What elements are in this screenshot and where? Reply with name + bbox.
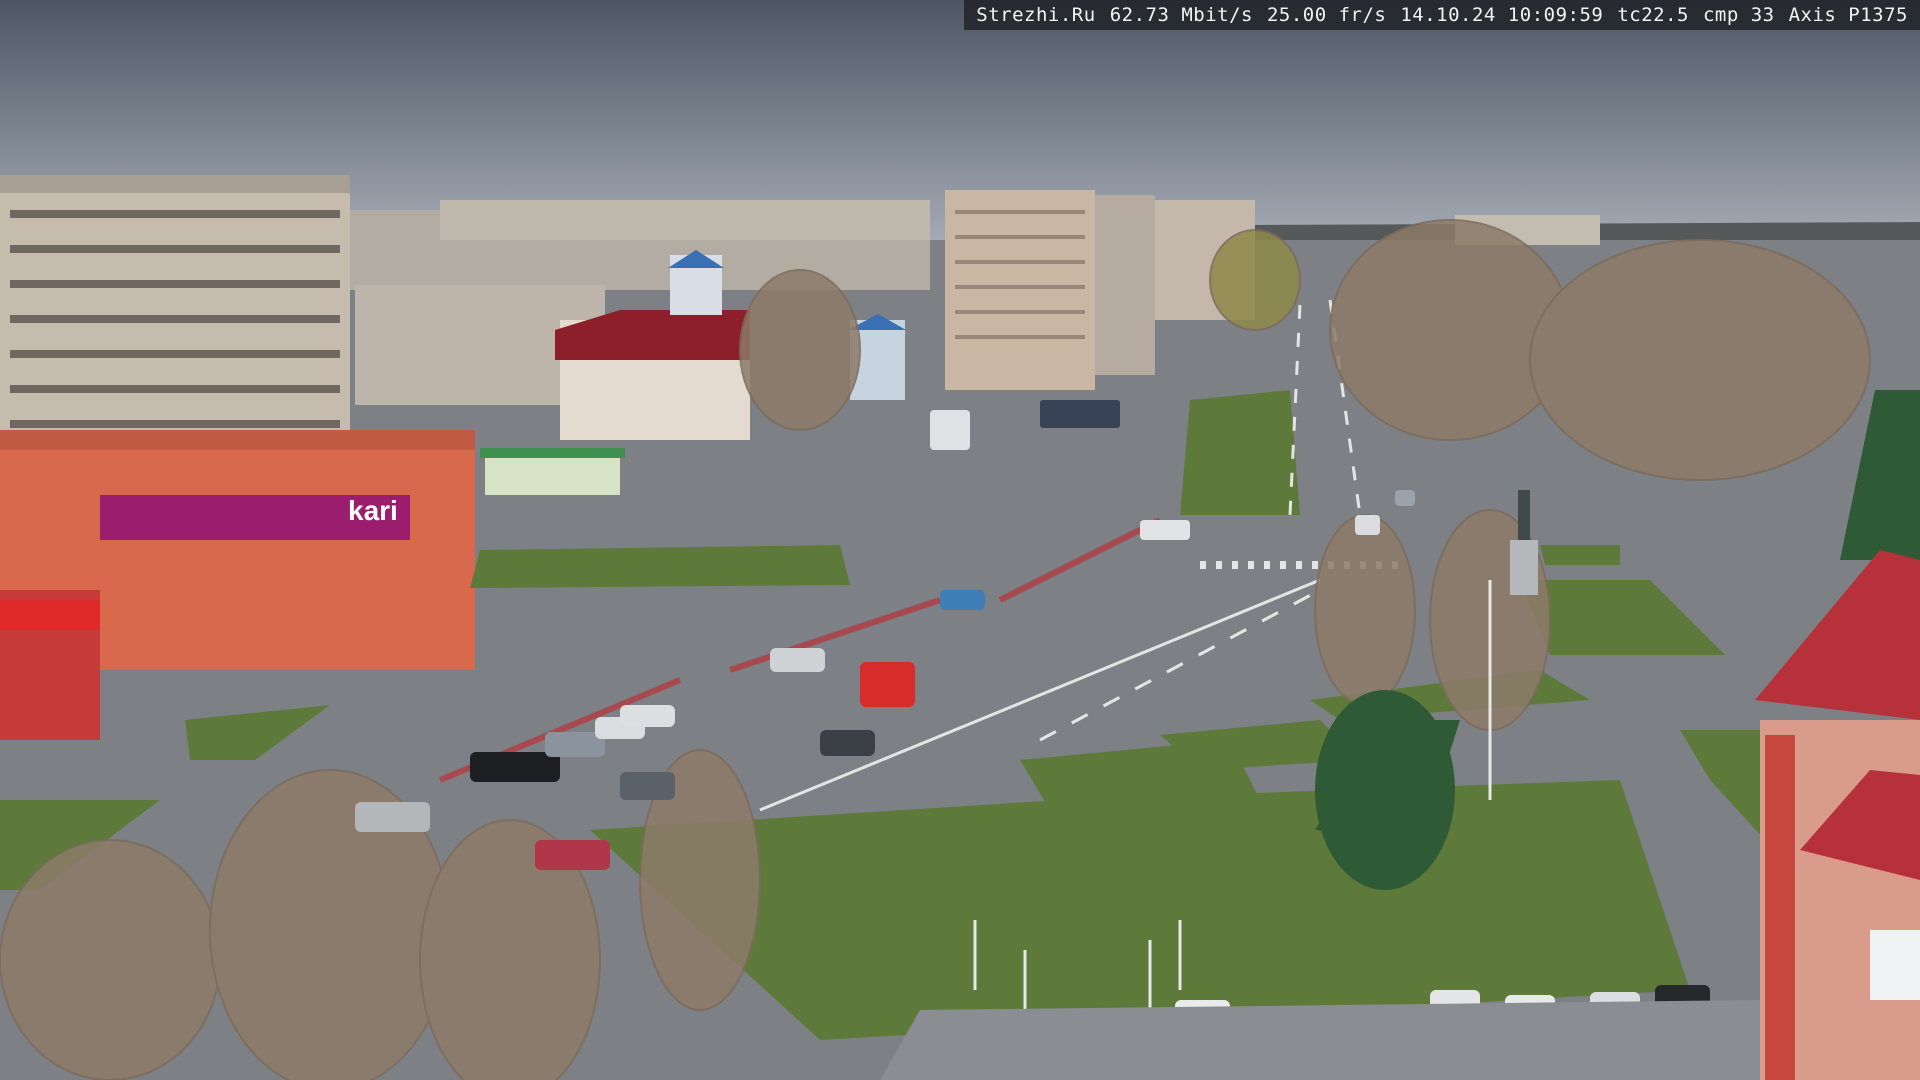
kiosk bbox=[485, 455, 620, 495]
camera-overlay: Strezhi.Ru 62.73 Mbit/s 25.00 fr/s 14.10.24… bbox=[964, 0, 1920, 30]
overlay-site: Strezhi.Ru bbox=[976, 4, 1096, 26]
overlay-cmp: cmp 33 bbox=[1702, 4, 1775, 26]
overlay-tc: tc22.5 bbox=[1617, 4, 1689, 26]
store-logo: kari bbox=[348, 495, 398, 526]
bottom-parking-lot bbox=[880, 1000, 1760, 1080]
webcam-scene: kari bbox=[0, 0, 1920, 1080]
overlay-datetime: 14.10.24 10:09:59 bbox=[1400, 4, 1604, 26]
overlay-camera: Axis P1375 bbox=[1788, 4, 1908, 26]
overlay-framerate: 25.00 fr/s bbox=[1266, 4, 1387, 26]
overlay-bitrate: 62.73 Mbit/s bbox=[1109, 4, 1253, 26]
